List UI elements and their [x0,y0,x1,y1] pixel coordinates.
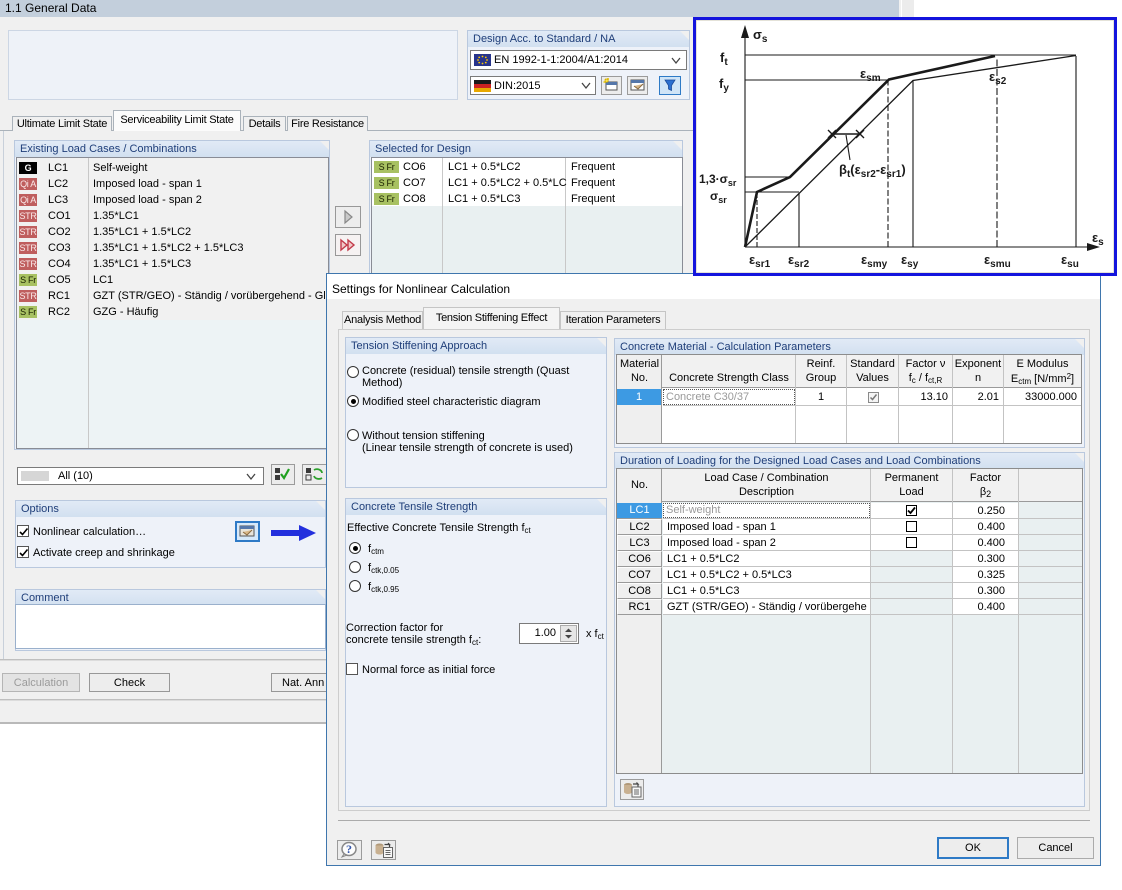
svg-text:?: ? [346,842,352,856]
